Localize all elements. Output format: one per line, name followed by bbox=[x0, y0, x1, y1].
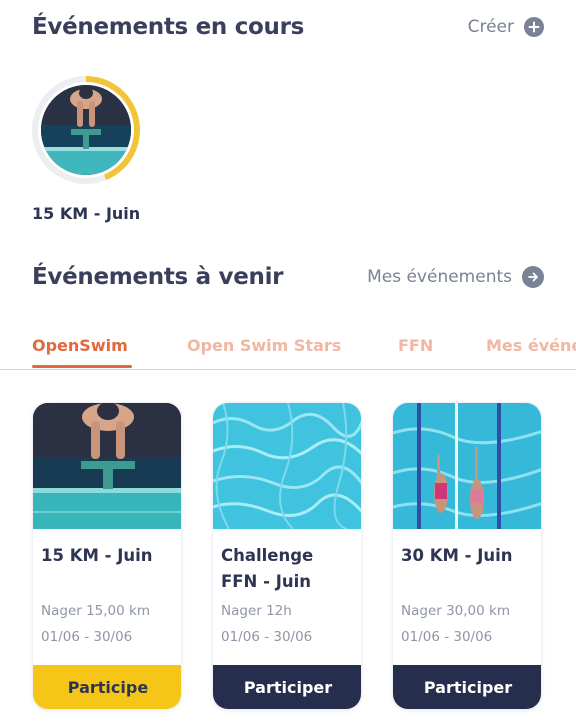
current-events-title: Événements en cours bbox=[32, 14, 305, 40]
event-card-title: 30 KM - Juin bbox=[401, 546, 513, 565]
arrow-right-circle-icon bbox=[522, 266, 544, 288]
event-card-image bbox=[33, 403, 181, 529]
tab-open-swim-stars[interactable]: Open Swim Stars bbox=[187, 336, 341, 355]
upcoming-events-title: Événements à venir bbox=[32, 264, 284, 290]
participate-button[interactable]: Participe bbox=[33, 665, 181, 709]
current-event-label: 15 KM - Juin bbox=[32, 204, 141, 223]
upcoming-events-header: Événements à venir Mes événements bbox=[32, 264, 544, 290]
current-event-item[interactable]: 15 KM - Juin bbox=[32, 76, 144, 223]
event-card-dates: 01/06 - 30/06 bbox=[401, 629, 493, 645]
event-card-goal: Nager 30,00 km bbox=[401, 603, 510, 619]
plus-circle-icon bbox=[524, 17, 544, 37]
event-card-title: Challenge FFN - Juin bbox=[221, 546, 314, 591]
event-category-tabs: OpenSwim Open Swim Stars FFN Mes événe bbox=[0, 322, 576, 370]
events-screen: Événements en cours Créer 15 KM - Juin É… bbox=[0, 0, 576, 724]
my-events-label: Mes événements bbox=[367, 267, 512, 287]
create-event-button[interactable]: Créer bbox=[468, 17, 544, 37]
event-card-image bbox=[393, 403, 541, 529]
event-card-goal: Nager 15,00 km bbox=[41, 603, 150, 619]
event-card[interactable]: Challenge FFN - Juin Nager 12h 01/06 - 3… bbox=[212, 402, 362, 710]
event-card-dates: 01/06 - 30/06 bbox=[221, 629, 313, 645]
event-card-image bbox=[213, 403, 361, 529]
tab-openswim[interactable]: OpenSwim bbox=[32, 336, 128, 355]
event-progress-ring bbox=[32, 76, 140, 184]
event-avatar-image bbox=[41, 85, 131, 175]
create-label: Créer bbox=[467, 17, 514, 37]
my-events-link[interactable]: Mes événements bbox=[367, 266, 544, 288]
event-card-goal: Nager 12h bbox=[221, 603, 292, 619]
event-card-title: 15 KM - Juin bbox=[41, 546, 153, 565]
event-card-dates: 01/06 - 30/06 bbox=[41, 629, 133, 645]
active-tab-indicator bbox=[32, 365, 132, 368]
participate-button[interactable]: Participer bbox=[393, 665, 541, 709]
participate-button[interactable]: Participer bbox=[213, 665, 361, 709]
event-card[interactable]: 15 KM - Juin Nager 15,00 km 01/06 - 30/0… bbox=[32, 402, 182, 710]
tab-mes-evenements[interactable]: Mes événe bbox=[486, 336, 576, 355]
event-card[interactable]: 30 KM - Juin Nager 30,00 km 01/06 - 30/0… bbox=[392, 402, 542, 710]
tab-ffn[interactable]: FFN bbox=[398, 336, 433, 355]
current-events-header: Événements en cours Créer bbox=[32, 14, 544, 40]
